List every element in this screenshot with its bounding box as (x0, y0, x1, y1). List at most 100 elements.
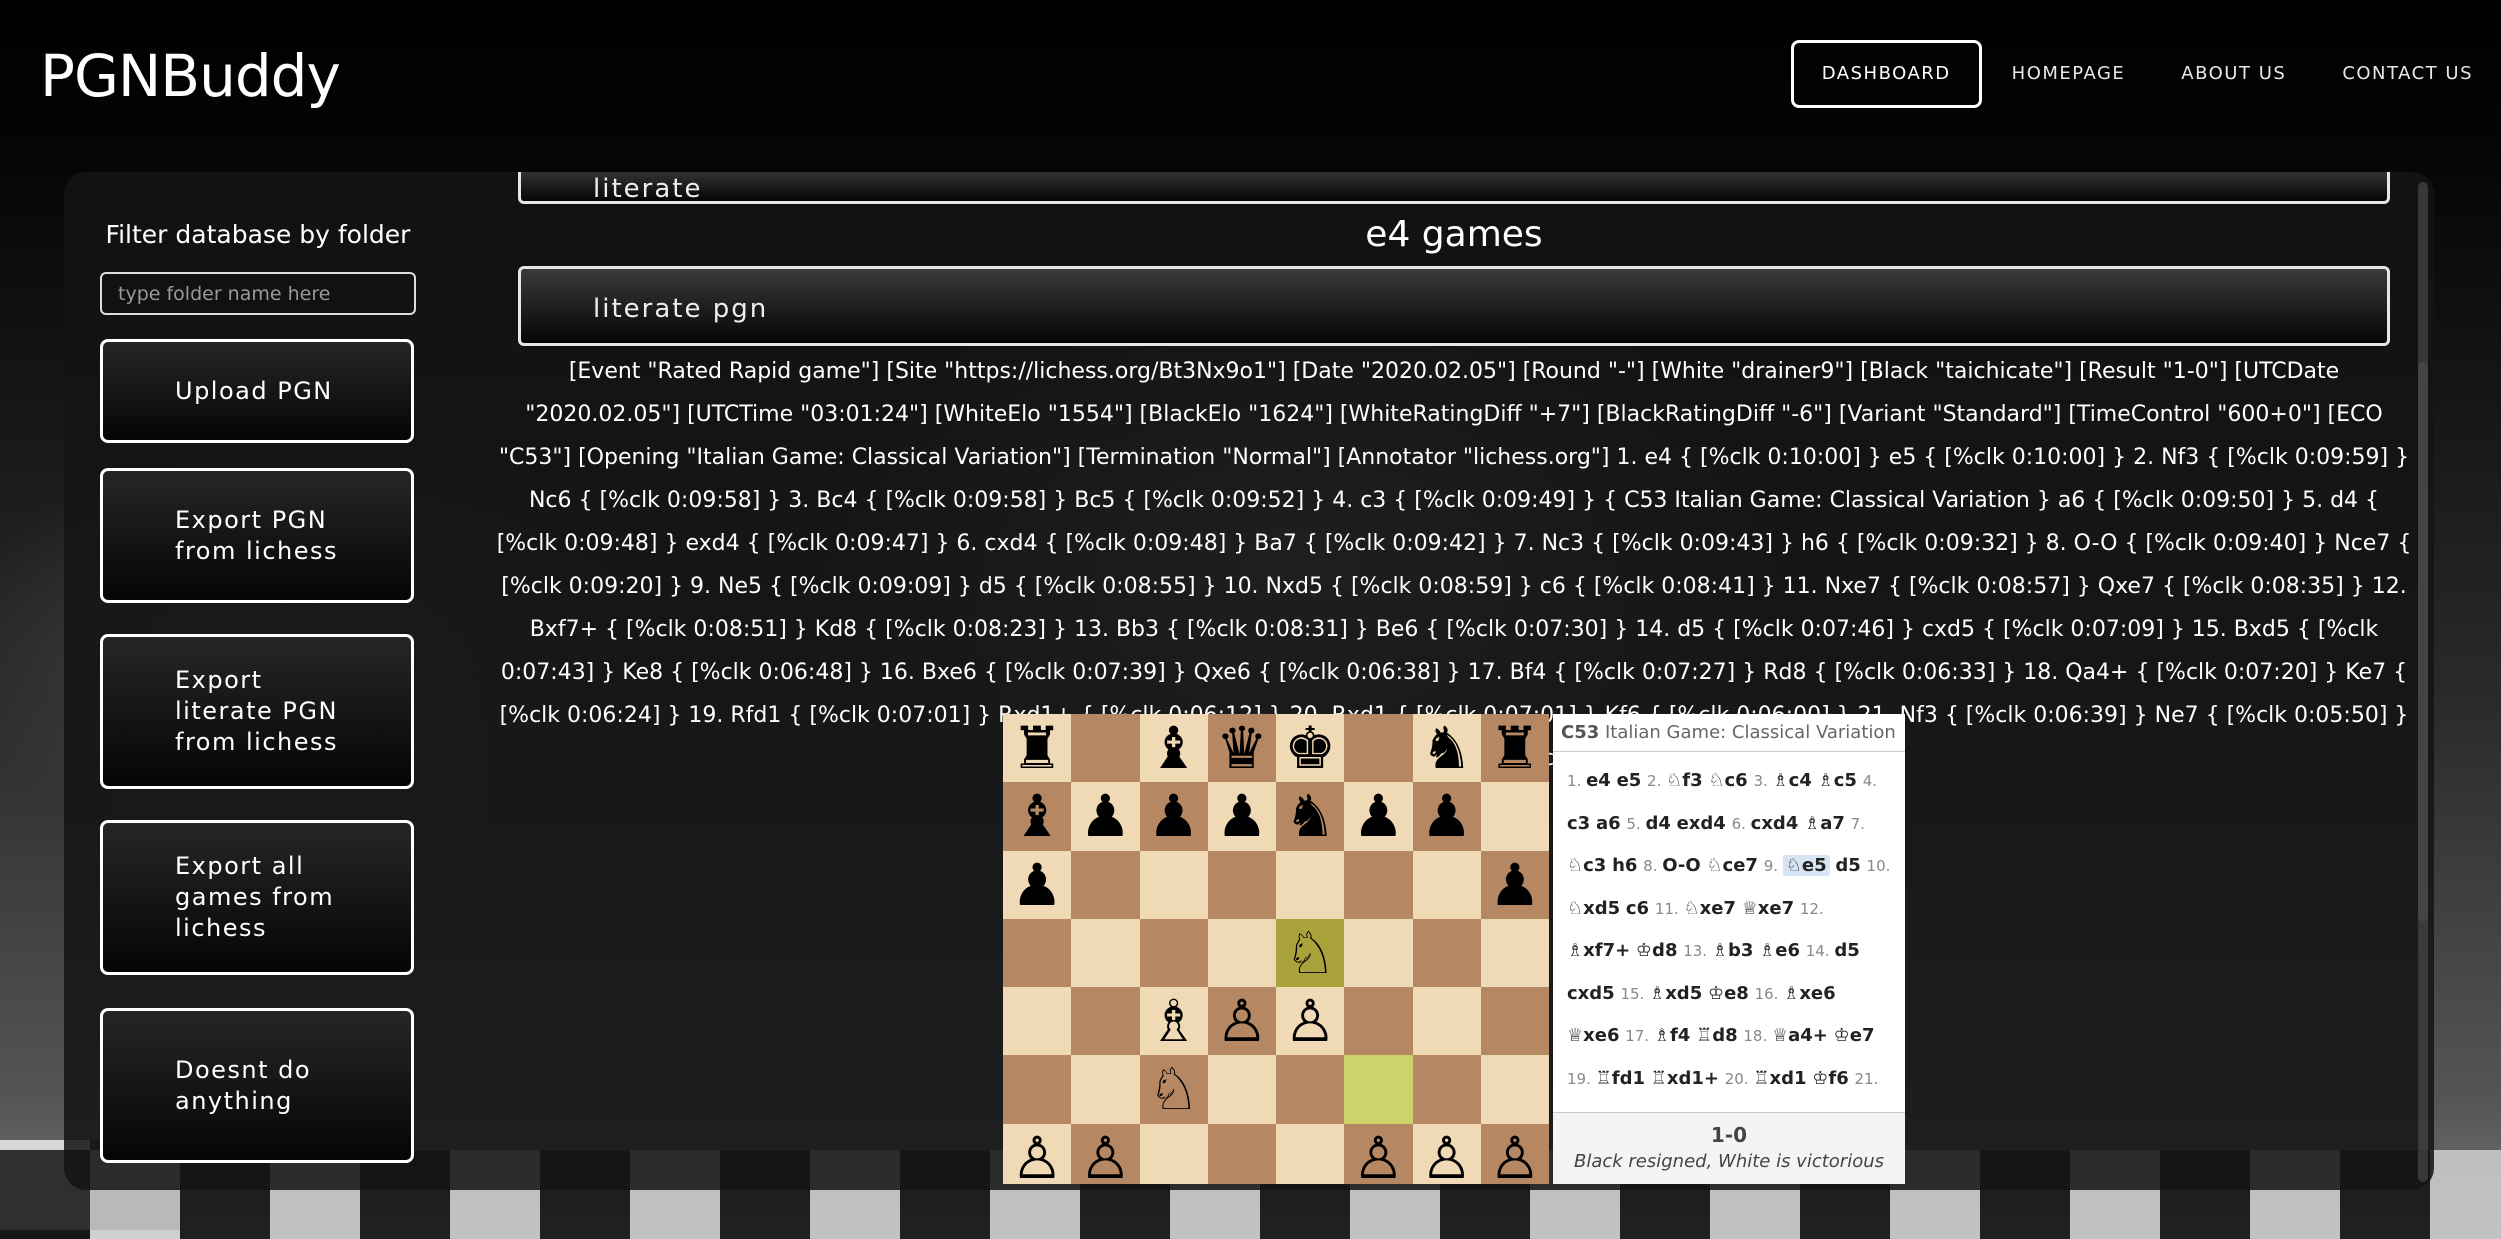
square-g6[interactable] (1412, 850, 1481, 919)
chess-piece[interactable]: ♟ (1421, 787, 1473, 845)
move[interactable]: d5 (1834, 940, 1859, 961)
chess-piece[interactable]: ♝ (1148, 719, 1200, 777)
move[interactable]: ♖xd1+ (1651, 1068, 1719, 1089)
chess-piece[interactable]: ♟ (1011, 856, 1063, 914)
move[interactable]: ♗a7 (1804, 813, 1845, 834)
chess-piece[interactable]: ♙ (1352, 1129, 1404, 1184)
square-g2[interactable]: ♙ (1412, 1123, 1481, 1184)
chess-piece[interactable]: ♙ (1421, 1129, 1473, 1184)
square-f6[interactable] (1344, 850, 1413, 919)
square-b7[interactable]: ♟ (1071, 782, 1140, 851)
square-f7[interactable]: ♟ (1344, 782, 1413, 851)
move[interactable]: ♕xe6 (1567, 1025, 1619, 1046)
chess-piece[interactable]: ♙ (1284, 992, 1336, 1050)
move[interactable]: ♖fd1 (1596, 1068, 1645, 1089)
nav-dashboard[interactable]: DASHBOARD (1790, 40, 1982, 108)
move[interactable]: ♗xe6 (1783, 983, 1835, 1004)
chess-piece[interactable]: ♟ (1216, 787, 1268, 845)
move[interactable]: h6 (1612, 855, 1637, 876)
square-d6[interactable] (1207, 850, 1276, 919)
square-b4[interactable] (1071, 987, 1140, 1056)
move[interactable]: exd4 (1677, 813, 1726, 834)
move[interactable]: c3 (1567, 813, 1590, 834)
square-d8[interactable]: ♛ (1207, 714, 1276, 783)
move[interactable]: a6 (1596, 813, 1621, 834)
square-a6[interactable]: ♟ (1003, 850, 1072, 919)
square-g5[interactable] (1412, 918, 1481, 987)
chess-piece[interactable]: ♟ (1489, 856, 1541, 914)
square-d3[interactable] (1207, 1055, 1276, 1124)
square-g7[interactable]: ♟ (1412, 782, 1481, 851)
export-literate-pgn-button[interactable]: Export literate PGN from lichess (100, 634, 414, 789)
square-a8[interactable]: ♜ (1003, 714, 1072, 783)
square-e8[interactable]: ♚ (1276, 714, 1345, 783)
chess-piece[interactable]: ♘ (1284, 924, 1336, 982)
square-e2[interactable] (1276, 1123, 1345, 1184)
square-b5[interactable] (1071, 918, 1140, 987)
move[interactable]: ♘xe7 (1683, 898, 1735, 919)
square-a7[interactable]: ♝ (1003, 782, 1072, 851)
square-a4[interactable] (1003, 987, 1072, 1056)
chess-piece[interactable]: ♟ (1148, 787, 1200, 845)
square-g3[interactable] (1412, 1055, 1481, 1124)
export-all-games-button[interactable]: Export all games from lichess (100, 820, 414, 975)
square-e3[interactable] (1276, 1055, 1345, 1124)
square-b8[interactable] (1071, 714, 1140, 783)
square-d5[interactable] (1207, 918, 1276, 987)
square-c8[interactable]: ♝ (1139, 714, 1208, 783)
square-c2[interactable] (1139, 1123, 1208, 1184)
square-a5[interactable] (1003, 918, 1072, 987)
move[interactable]: O-O (1662, 855, 1700, 876)
move[interactable]: ♘xd5 (1567, 898, 1620, 919)
square-e4[interactable]: ♙ (1276, 987, 1345, 1056)
square-f5[interactable] (1344, 918, 1413, 987)
move[interactable]: d5 (1835, 855, 1860, 876)
move[interactable]: ♗e6 (1759, 940, 1800, 961)
chess-piece[interactable]: ♜ (1489, 719, 1541, 777)
square-h7[interactable] (1480, 782, 1549, 851)
move[interactable]: ♘f3 (1666, 770, 1703, 791)
square-c4[interactable]: ♗ (1139, 987, 1208, 1056)
square-b3[interactable] (1071, 1055, 1140, 1124)
square-b6[interactable] (1071, 850, 1140, 919)
square-b2[interactable]: ♙ (1071, 1123, 1140, 1184)
chess-piece[interactable]: ♜ (1011, 719, 1063, 777)
square-h3[interactable] (1480, 1055, 1549, 1124)
panel-scrollbar[interactable] (2418, 182, 2428, 1182)
square-c6[interactable] (1139, 850, 1208, 919)
square-h4[interactable] (1480, 987, 1549, 1056)
move[interactable]: cxd5 (1567, 983, 1615, 1004)
square-f8[interactable] (1344, 714, 1413, 783)
chess-piece[interactable]: ♞ (1421, 719, 1473, 777)
square-c3[interactable]: ♘ (1139, 1055, 1208, 1124)
square-a3[interactable] (1003, 1055, 1072, 1124)
move[interactable]: ♔e8 (1708, 983, 1749, 1004)
move[interactable]: ♗f4 (1654, 1025, 1691, 1046)
move[interactable]: ♘c6 (1708, 770, 1747, 791)
square-c7[interactable]: ♟ (1139, 782, 1208, 851)
move[interactable]: ♗xf7+ (1567, 940, 1630, 961)
square-h2[interactable]: ♙ (1480, 1123, 1549, 1184)
export-pgn-lichess-button[interactable]: Export PGN from lichess (100, 468, 414, 603)
chess-piece[interactable]: ♟ (1352, 787, 1404, 845)
chess-piece[interactable]: ♟ (1079, 787, 1131, 845)
do-nothing-button[interactable]: Doesnt do anything (100, 1008, 414, 1163)
square-h6[interactable]: ♟ (1480, 850, 1549, 919)
move[interactable]: ♗b3 (1712, 940, 1754, 961)
square-d7[interactable]: ♟ (1207, 782, 1276, 851)
move[interactable]: d4 (1645, 813, 1670, 834)
chess-piece[interactable]: ♙ (1011, 1129, 1063, 1184)
nav-contact-us[interactable]: CONTACT US (2314, 40, 2501, 108)
square-g8[interactable]: ♞ (1412, 714, 1481, 783)
square-f4[interactable] (1344, 987, 1413, 1056)
upload-pgn-button[interactable]: Upload PGN (100, 339, 414, 443)
chess-piece[interactable]: ♞ (1284, 787, 1336, 845)
brand-logo[interactable]: PGNBuddy (40, 42, 341, 110)
square-g4[interactable] (1412, 987, 1481, 1056)
move[interactable]: ♖xd1 (1753, 1068, 1806, 1089)
chess-piece[interactable]: ♚ (1284, 719, 1336, 777)
folder-filter-input[interactable] (100, 272, 416, 315)
folder-bar-literate[interactable]: literate (518, 172, 2390, 204)
move[interactable]: ♖d8 (1696, 1025, 1738, 1046)
chess-board[interactable]: ♜ ♝ ♛ ♚ ♞ ♜ ♝ ♟ ♟ ♟ ♞ ♟ ♟ ♟ ♟ ♘ ♗ ♙ ♙ ♘ ♙ ♙ ♙ ♙ ♙ (1003, 714, 1549, 1184)
